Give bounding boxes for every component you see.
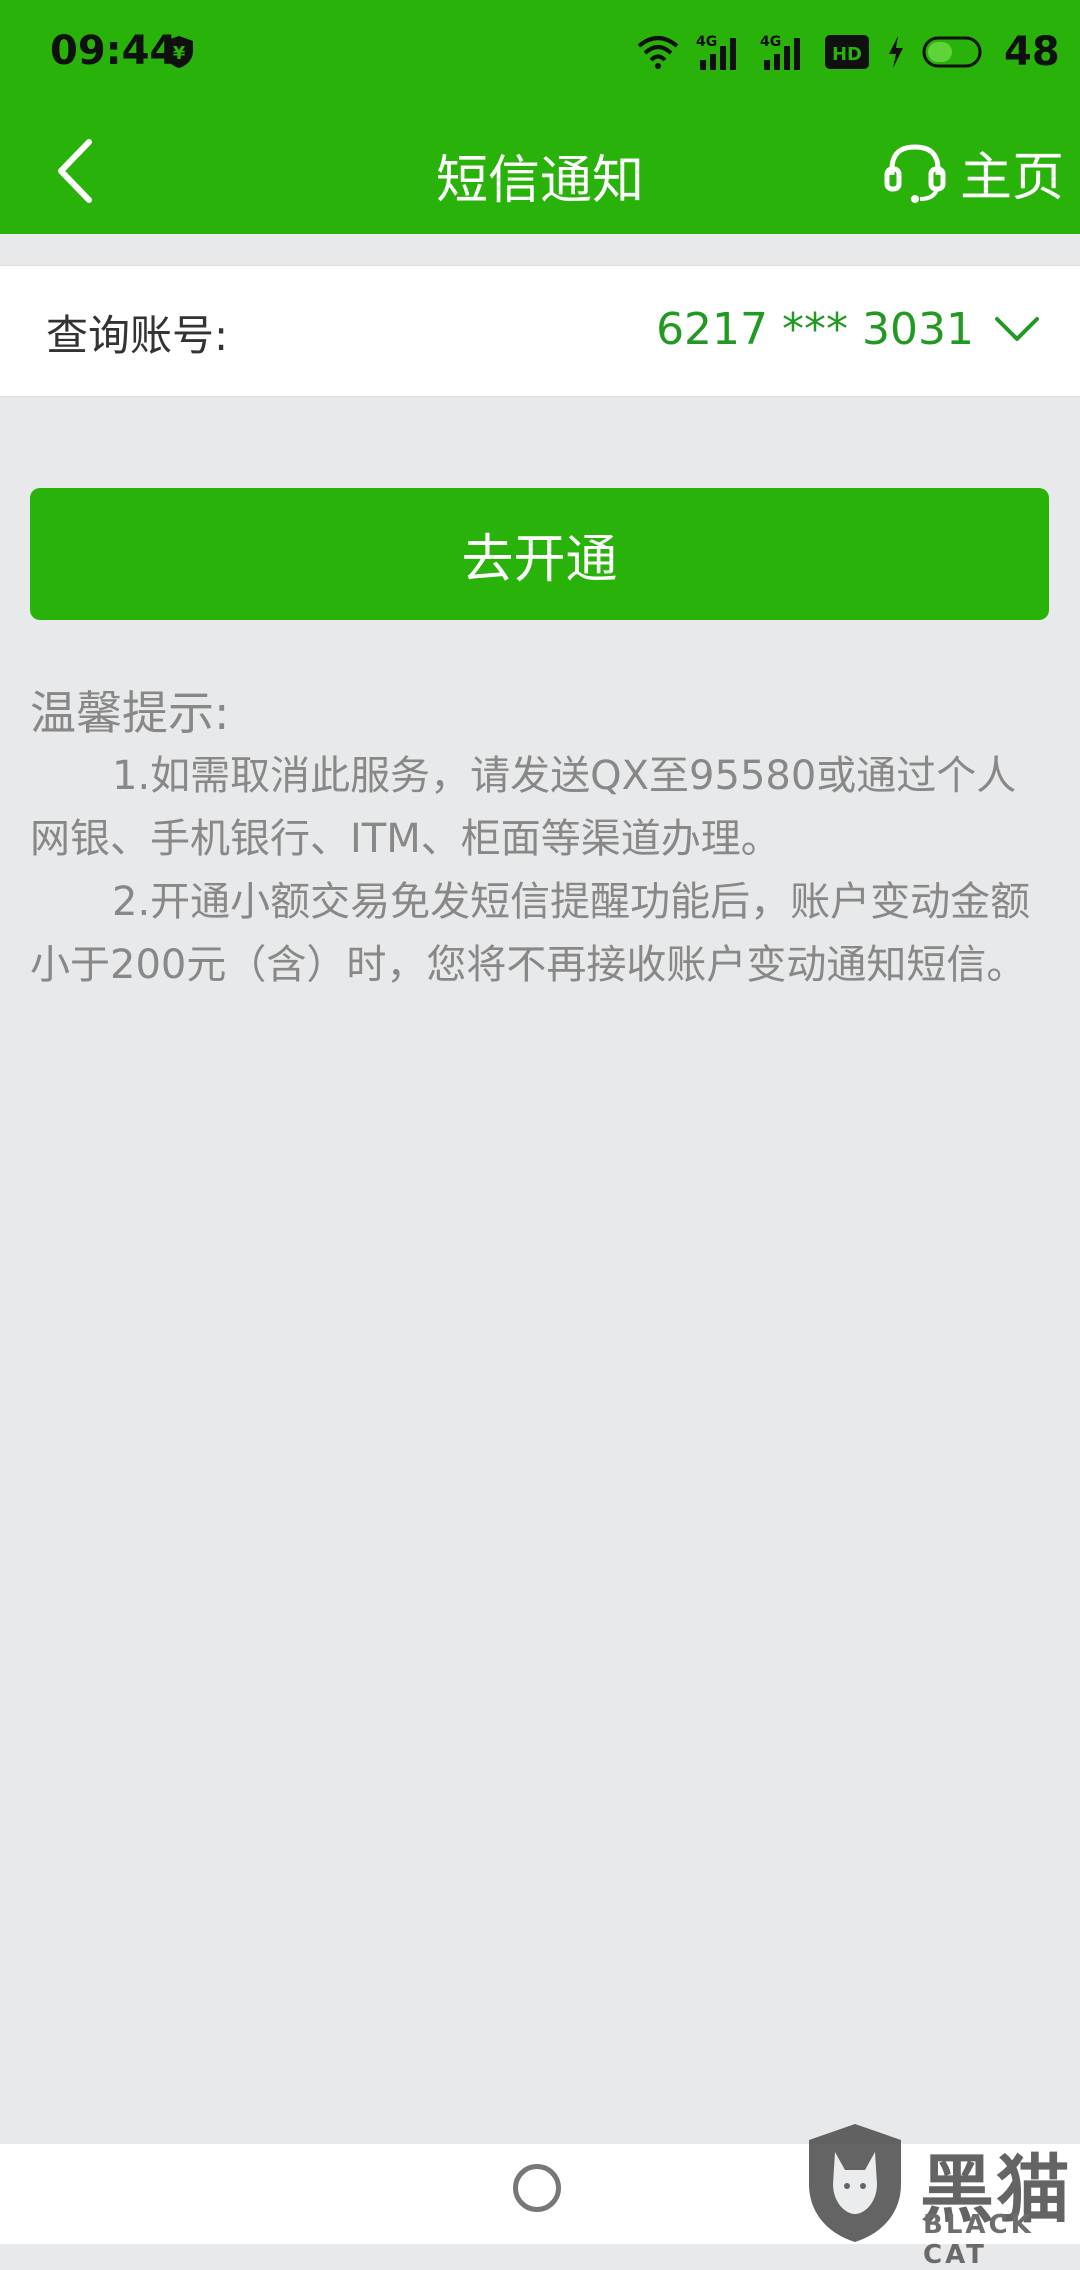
charging-icon	[889, 36, 903, 68]
activate-button[interactable]: 去开通	[30, 488, 1049, 620]
watermark-sub: BLACK CAT	[923, 2210, 1034, 2270]
status-time: 09:44	[50, 28, 178, 74]
account-label: 查询账号:	[46, 311, 229, 360]
svg-text:¥: ¥	[173, 43, 186, 64]
tips-section: 温馨提示: 1.如需取消此服务，请发送QX至95580或通过个人网银、手机银行、…	[30, 682, 1052, 997]
watermark: 黑猫 BLACK CAT	[805, 2122, 1080, 2270]
home-circle-button[interactable]	[513, 2164, 561, 2212]
tip-item: 1.如需取消此服务，请发送QX至95580或通过个人网银、手机银行、ITM、柜面…	[30, 753, 1017, 862]
tip-item: 2.开通小额交易免发短信提醒功能后，账户变动金额小于200元（含）时，您将不再接…	[30, 879, 1031, 988]
svg-text:4G: 4G	[760, 34, 781, 50]
nav-bar: 短信通知 主页	[0, 110, 1080, 234]
battery-percent: 48	[1004, 29, 1060, 75]
account-select[interactable]: 6217 *** 3031	[656, 292, 1040, 366]
status-icons: 4G 4G HD 48	[636, 29, 1060, 75]
account-row: 查询账号: 6217 *** 3031	[0, 265, 1080, 397]
status-bar: 09:44 ¥ 4G 4G HD 48	[0, 0, 1080, 110]
signal-icon: 4G	[696, 34, 736, 70]
battery-icon	[922, 36, 982, 68]
cat-logo-icon	[809, 2124, 901, 2242]
home-button[interactable]: 主页	[884, 124, 1064, 220]
chevron-down-icon	[995, 317, 1039, 341]
svg-text:4G: 4G	[696, 34, 717, 50]
home-label: 主页	[959, 147, 1064, 208]
shield-yuan-icon: ¥	[165, 36, 193, 68]
tips-title: 温馨提示:	[30, 686, 230, 740]
account-value: 6217 *** 3031	[656, 303, 974, 355]
signal-icon: 4G	[760, 34, 800, 70]
back-arrow-icon	[58, 139, 92, 203]
back-button[interactable]	[30, 126, 120, 216]
hd-icon: HD	[825, 35, 869, 69]
headset-icon	[884, 144, 946, 203]
svg-text:HD: HD	[832, 44, 862, 65]
wifi-icon	[637, 36, 679, 69]
